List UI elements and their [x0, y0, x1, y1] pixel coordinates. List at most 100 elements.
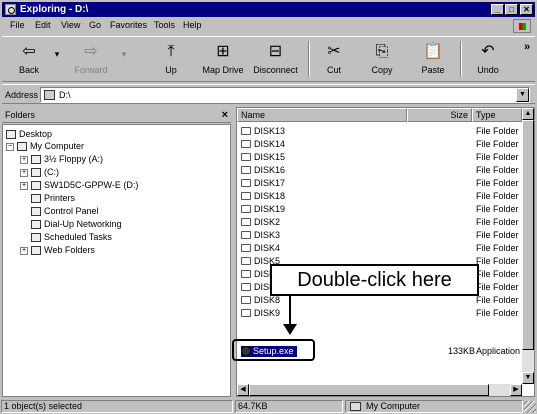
web-folders-icon [31, 246, 41, 256]
address-input[interactable]: D:\ ▼ [40, 87, 530, 103]
copy-label: Copy [371, 65, 393, 75]
tree-item-label: Desktop [19, 129, 53, 139]
vertical-scrollbar[interactable]: ▲ ▼ [522, 108, 534, 384]
file-row-disk14[interactable]: DISK14 File Folder [237, 139, 522, 150]
file-row-disk16[interactable]: DISK16 File Folder [237, 165, 522, 176]
floppy-drive-icon [31, 155, 41, 165]
tree-item-dial-up-networking[interactable]: Dial-Up Networking [31, 219, 122, 230]
disconnect-drive-icon: ⊟ [268, 43, 283, 60]
menu-go[interactable]: Go [89, 20, 101, 30]
status-bar: 1 object(s) selected 64.7KB My Computer [0, 399, 537, 414]
horizontal-scrollbar[interactable]: ◀ ▶ [237, 384, 522, 396]
menu-file[interactable]: File [10, 20, 25, 30]
file-type: File Folder [476, 139, 519, 149]
forward-button[interactable]: ⇨ Forward [66, 39, 116, 79]
folder-icon [241, 191, 251, 200]
cd-drive-icon [31, 181, 41, 191]
file-row-disk19[interactable]: DISK19 File Folder [237, 204, 522, 215]
printer-icon [31, 194, 41, 204]
folder-icon [241, 178, 251, 187]
file-name: DISK15 [254, 152, 286, 162]
scroll-right-arrow-icon[interactable]: ▶ [510, 384, 522, 396]
toolbar-chevron[interactable]: » [522, 41, 532, 81]
expand-toggle[interactable]: + [20, 169, 28, 177]
column-header-type[interactable]: Type [472, 108, 522, 122]
column-header-name[interactable]: Name [237, 108, 407, 122]
file-type: File Folder [476, 165, 519, 175]
expand-toggle[interactable]: + [20, 247, 28, 255]
callout-box: Double-click here [270, 264, 479, 296]
expand-toggle[interactable]: + [20, 182, 28, 190]
expand-toggle[interactable]: + [20, 156, 28, 164]
file-row-disk2[interactable]: DISK2 File Folder [237, 217, 522, 228]
file-name: DISK2 [254, 217, 281, 227]
address-dropdown-button[interactable]: ▼ [516, 88, 529, 102]
disconnect-button[interactable]: ⊟ Disconnect [248, 39, 303, 79]
minimize-button[interactable]: _ [491, 4, 504, 15]
paste-button[interactable]: 📋 Paste [412, 39, 454, 79]
map-drive-label: Map Drive [202, 65, 244, 75]
scroll-left-arrow-icon[interactable]: ◀ [237, 384, 249, 396]
tree-item-scheduled-tasks[interactable]: Scheduled Tasks [31, 232, 112, 243]
maximize-button[interactable]: □ [505, 4, 518, 15]
paste-label: Paste [421, 65, 445, 75]
cut-button[interactable]: ✂ Cut [316, 39, 352, 79]
file-row-disk8[interactable]: DISK8 File Folder [237, 295, 522, 306]
scroll-up-arrow-icon[interactable]: ▲ [522, 108, 534, 120]
forward-label: Forward [74, 65, 108, 75]
file-row-disk3[interactable]: DISK3 File Folder [237, 230, 522, 241]
tree-item-c-drive[interactable]: (C:) [31, 167, 59, 178]
tree-item-my-computer[interactable]: My Computer [17, 141, 84, 152]
menu-edit[interactable]: Edit [35, 20, 51, 30]
column-header-size[interactable]: Size [407, 108, 472, 122]
tree-item-web-folders[interactable]: Web Folders [31, 245, 95, 256]
resize-grip-icon[interactable] [524, 401, 536, 413]
file-row-disk4[interactable]: DISK4 File Folder [237, 243, 522, 254]
horizontal-scroll-thumb[interactable] [249, 384, 489, 396]
folders-pane-close-button[interactable]: × [222, 107, 228, 123]
back-dropdown-arrow[interactable]: ▾ [52, 49, 62, 89]
forward-dropdown-arrow[interactable]: ▾ [119, 49, 129, 89]
file-row-disk13[interactable]: DISK13 File Folder [237, 126, 522, 137]
toolbar-separator [308, 41, 310, 77]
file-row-disk9[interactable]: DISK9 File Folder [237, 308, 522, 319]
file-row-disk17[interactable]: DISK17 File Folder [237, 178, 522, 189]
file-type: File Folder [476, 217, 519, 227]
tree-item-label: Scheduled Tasks [44, 232, 112, 242]
tree-item-desktop[interactable]: Desktop [6, 129, 52, 140]
folder-icon [241, 256, 251, 265]
explorer-app-icon[interactable] [5, 4, 16, 15]
map-drive-button[interactable]: ⊞ Map Drive [199, 39, 247, 79]
folder-icon [241, 165, 251, 174]
file-name: DISK19 [254, 204, 286, 214]
menu-help[interactable]: Help [183, 20, 202, 30]
tree-item-control-panel[interactable]: Control Panel [31, 206, 99, 217]
tree-item-d-drive[interactable]: SW1D5C-GPPW-E (D:) [31, 180, 138, 191]
folder-icon [241, 282, 251, 291]
back-button[interactable]: ⇦ Back [8, 39, 50, 79]
file-row-disk15[interactable]: DISK15 File Folder [237, 152, 522, 163]
menu-view[interactable]: View [61, 20, 80, 30]
file-name: DISK16 [254, 165, 286, 175]
collapse-toggle[interactable]: − [6, 143, 14, 151]
tree-item-printers[interactable]: Printers [31, 193, 75, 204]
file-row-disk18[interactable]: DISK18 File Folder [237, 191, 522, 202]
folder-icon [241, 269, 251, 278]
close-button[interactable]: ✕ [520, 4, 533, 15]
up-button[interactable]: ⤒ Up [149, 39, 193, 79]
folder-icon [241, 126, 251, 135]
address-bar: Address D:\ ▼ [2, 84, 535, 104]
menu-favorites[interactable]: Favorites [110, 20, 147, 30]
folder-icon [241, 308, 251, 317]
tree-item-floppy[interactable]: 3½ Floppy (A:) [31, 154, 103, 165]
scroll-down-arrow-icon[interactable]: ▼ [522, 372, 534, 384]
folder-icon [241, 243, 251, 252]
menu-bar: File Edit View Go Favorites Tools Help [2, 18, 535, 34]
file-name: DISK9 [254, 308, 281, 318]
undo-button[interactable]: ↶ Undo [468, 39, 508, 79]
copy-button[interactable]: ⎘ Copy [362, 39, 402, 79]
file-type: File Folder [476, 152, 519, 162]
menu-tools[interactable]: Tools [154, 20, 175, 30]
control-panel-icon [31, 207, 41, 217]
vertical-scroll-thumb[interactable] [522, 120, 534, 350]
